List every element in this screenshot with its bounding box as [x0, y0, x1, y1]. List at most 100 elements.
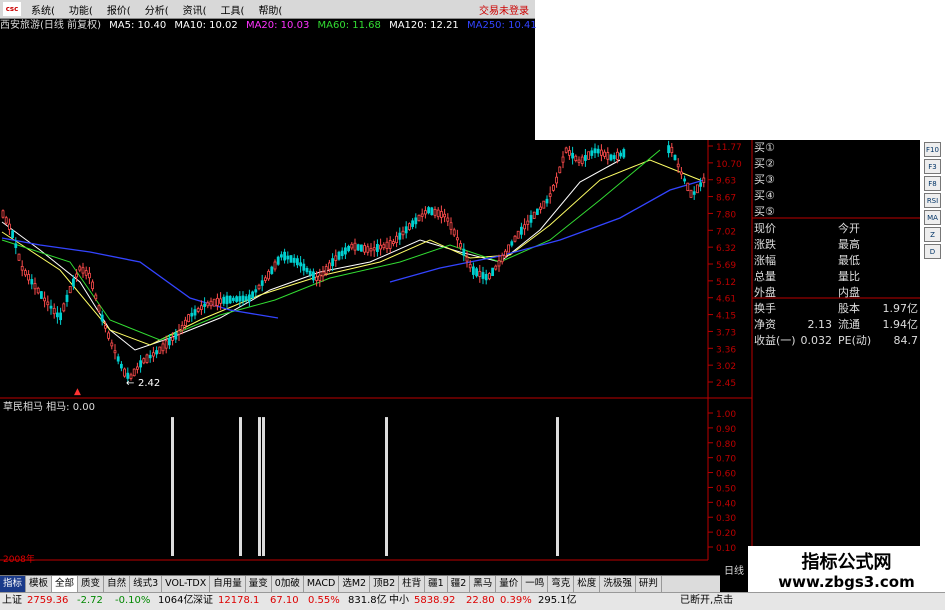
- candle-body: [689, 189, 693, 198]
- candle-body: [244, 296, 248, 301]
- menu-quote[interactable]: 报价(: [100, 2, 138, 17]
- tab[interactable]: 黑马: [470, 576, 497, 592]
- tab[interactable]: 松度: [574, 576, 601, 592]
- tab[interactable]: 量价: [496, 576, 523, 592]
- tab[interactable]: 0加破: [272, 576, 304, 592]
- date-axis-label: 2008年: [3, 553, 35, 565]
- candle-body: [305, 267, 309, 273]
- candle-body: [40, 291, 43, 299]
- candle-body: [142, 358, 146, 364]
- tab[interactable]: 一鸣: [522, 576, 549, 592]
- indicator-tick-label: 0.10: [716, 544, 736, 554]
- menu-function[interactable]: 功能(: [62, 2, 100, 17]
- candle-body: [4, 217, 8, 224]
- candle-body: [225, 295, 229, 305]
- candle-body: [94, 294, 98, 300]
- zoom-icon[interactable]: Z: [924, 227, 941, 242]
- candle-body: [680, 171, 683, 175]
- menu-system[interactable]: 系统(: [24, 2, 62, 17]
- indicator-tick-label: 1.00: [716, 410, 736, 420]
- tab[interactable]: MACD: [304, 576, 340, 592]
- candle-body: [206, 302, 210, 307]
- sz-percent: 0.55%: [308, 595, 340, 606]
- tab[interactable]: 疆1: [425, 576, 448, 592]
- tab[interactable]: 质变: [78, 576, 105, 592]
- candle-body: [311, 271, 315, 281]
- f10-icon[interactable]: F10: [924, 142, 941, 157]
- candle-body: [97, 305, 101, 312]
- tab[interactable]: 洗极强: [600, 576, 636, 592]
- candle-body: [520, 226, 523, 235]
- candle-body: [215, 297, 219, 306]
- tab[interactable]: 自然: [104, 576, 131, 592]
- candle-body: [340, 250, 344, 256]
- candle-body: [414, 217, 418, 225]
- candle-body: [104, 325, 107, 329]
- tab[interactable]: 量变: [246, 576, 272, 592]
- candle-body: [241, 295, 245, 302]
- draw-icon[interactable]: D: [924, 244, 941, 259]
- f3-icon[interactable]: F3: [924, 159, 941, 174]
- tab[interactable]: VOL-TDX: [162, 576, 211, 592]
- candle-body: [11, 230, 15, 238]
- candle-body: [596, 148, 600, 154]
- tab[interactable]: 研判: [636, 576, 662, 592]
- tab[interactable]: 自用量: [210, 576, 246, 592]
- ma-icon[interactable]: MA: [924, 210, 941, 225]
- menu-info[interactable]: 资讯(: [176, 2, 214, 17]
- candle-body: [273, 261, 277, 270]
- candle-body: [430, 207, 434, 216]
- tab[interactable]: 顶B2: [370, 576, 400, 592]
- candle-body: [251, 291, 255, 299]
- rsi-icon[interactable]: RSI: [924, 193, 941, 208]
- candle-body: [670, 146, 674, 153]
- buy-row: 买③: [754, 173, 775, 186]
- tab[interactable]: 柱背: [399, 576, 426, 592]
- period-label[interactable]: 日线: [724, 562, 744, 577]
- quote-row: 总量 量比: [754, 270, 860, 283]
- menu-analysis[interactable]: 分析(: [138, 2, 176, 17]
- candle-body: [423, 210, 427, 215]
- candle-body: [433, 208, 437, 216]
- candle-body: [33, 283, 37, 290]
- tab[interactable]: 选M2: [339, 576, 371, 592]
- price-axis: 11.77 10.70 9.63 8.67 7.80 7.02 6.32 5.69 5.12 4.…: [708, 143, 742, 389]
- candle-body: [552, 184, 555, 191]
- price-tick-label: 3.36: [716, 345, 736, 355]
- tab[interactable]: 疆2: [448, 576, 471, 592]
- candle-body: [571, 152, 574, 159]
- ma250-line: [1, 237, 279, 319]
- tab-all[interactable]: 全部: [52, 576, 79, 592]
- zx-label: 中小: [389, 595, 409, 606]
- candle-body: [439, 211, 443, 218]
- candle-body: [20, 266, 24, 271]
- tab[interactable]: 线式3: [130, 576, 163, 592]
- tab-template[interactable]: 模板: [26, 576, 53, 592]
- menu-help[interactable]: 帮助(: [251, 2, 289, 17]
- candle-body: [532, 211, 536, 219]
- candle-body: [174, 332, 178, 340]
- menu-tools[interactable]: 工具(: [214, 2, 252, 17]
- candle-body: [231, 297, 235, 301]
- candle-body: [475, 268, 479, 277]
- candle-body: [180, 324, 184, 331]
- connection-status[interactable]: 已断开,点击: [680, 593, 733, 609]
- candle-body: [561, 156, 565, 163]
- candle-body: [606, 152, 610, 160]
- tab-indicator[interactable]: 指标: [0, 576, 27, 592]
- candle-body: [529, 215, 533, 223]
- f8-icon[interactable]: F8: [924, 176, 941, 191]
- indicator-tick-label: 0.90: [716, 425, 736, 435]
- price-tick-label: 11.77: [716, 143, 742, 153]
- candle-body: [359, 244, 363, 252]
- indicator-tick-label: 0.20: [716, 529, 736, 539]
- candle-body: [676, 163, 680, 168]
- zx-change: 22.80: [466, 595, 495, 606]
- ma120-label: MA120: 12.21: [389, 20, 459, 31]
- trade-status[interactable]: 交易未登录: [479, 2, 529, 17]
- candle-body: [382, 244, 386, 249]
- candle-body: [17, 253, 21, 261]
- candle-body: [167, 338, 171, 346]
- candle-body: [135, 366, 139, 370]
- tab[interactable]: 弯克: [548, 576, 575, 592]
